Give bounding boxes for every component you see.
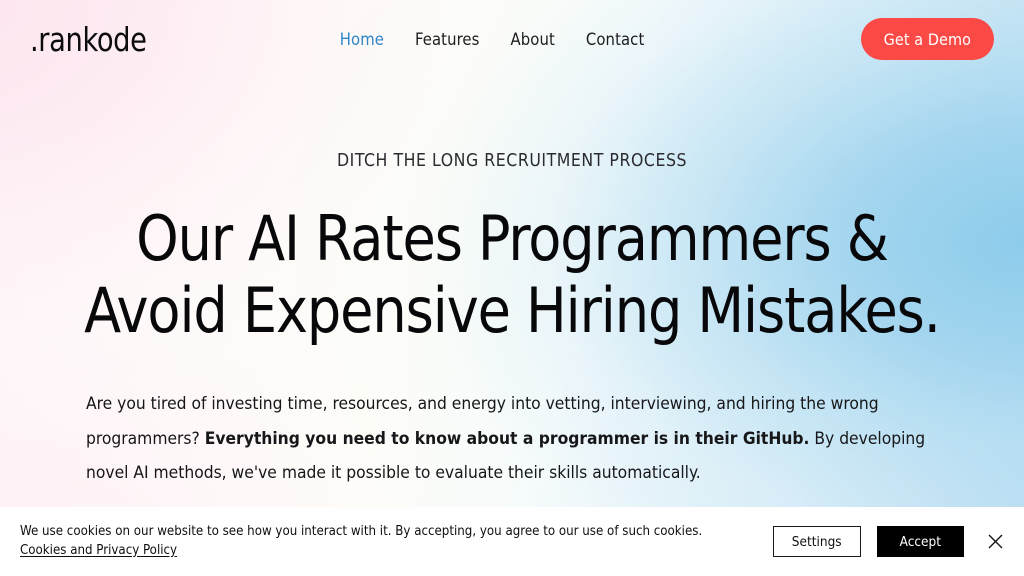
hero-headline-line-1: Our AI Rates Programmers &: [136, 202, 889, 275]
close-icon: [988, 534, 1002, 549]
site-header: .rankode Home Features About Contact Get…: [0, 0, 1024, 78]
cookie-accept-button[interactable]: Accept: [876, 526, 964, 557]
nav-link-features[interactable]: Features: [415, 30, 480, 49]
hero-subcopy: Are you tired of investing time, resourc…: [86, 387, 938, 491]
cookie-message: We use cookies on our website to see how…: [20, 523, 720, 560]
nav-link-home[interactable]: Home: [340, 30, 384, 49]
primary-navigation: Home Features About Contact: [340, 30, 645, 49]
cookie-consent-banner: We use cookies on our website to see how…: [0, 507, 1024, 576]
get-a-demo-button[interactable]: Get a Demo: [860, 18, 994, 60]
hero-headline-line-2: Avoid Expensive Hiring Mistakes.: [84, 274, 941, 347]
landing-page: .rankode Home Features About Contact Get…: [0, 0, 1024, 576]
hero-section: DITCH THE LONG RECRUITMENT PROCESS Our A…: [0, 78, 1024, 491]
cookies-and-privacy-policy-link[interactable]: Cookies and Privacy Policy: [20, 543, 177, 558]
cookie-message-text: We use cookies on our website to see how…: [20, 524, 703, 539]
nav-link-contact[interactable]: Contact: [586, 30, 644, 49]
cookie-close-button[interactable]: [982, 529, 1008, 555]
hero-subcopy-emphasis: Everything you need to know about a prog…: [204, 428, 810, 449]
nav-link-about[interactable]: About: [511, 30, 555, 49]
cookie-actions: Settings Accept: [772, 526, 1008, 557]
hero-eyebrow: DITCH THE LONG RECRUITMENT PROCESS: [336, 151, 688, 171]
brand-logo[interactable]: .rankode: [30, 20, 147, 59]
cookie-settings-button[interactable]: Settings: [772, 526, 861, 557]
hero-headline: Our AI Rates Programmers & Avoid Expensi…: [0, 203, 1024, 347]
